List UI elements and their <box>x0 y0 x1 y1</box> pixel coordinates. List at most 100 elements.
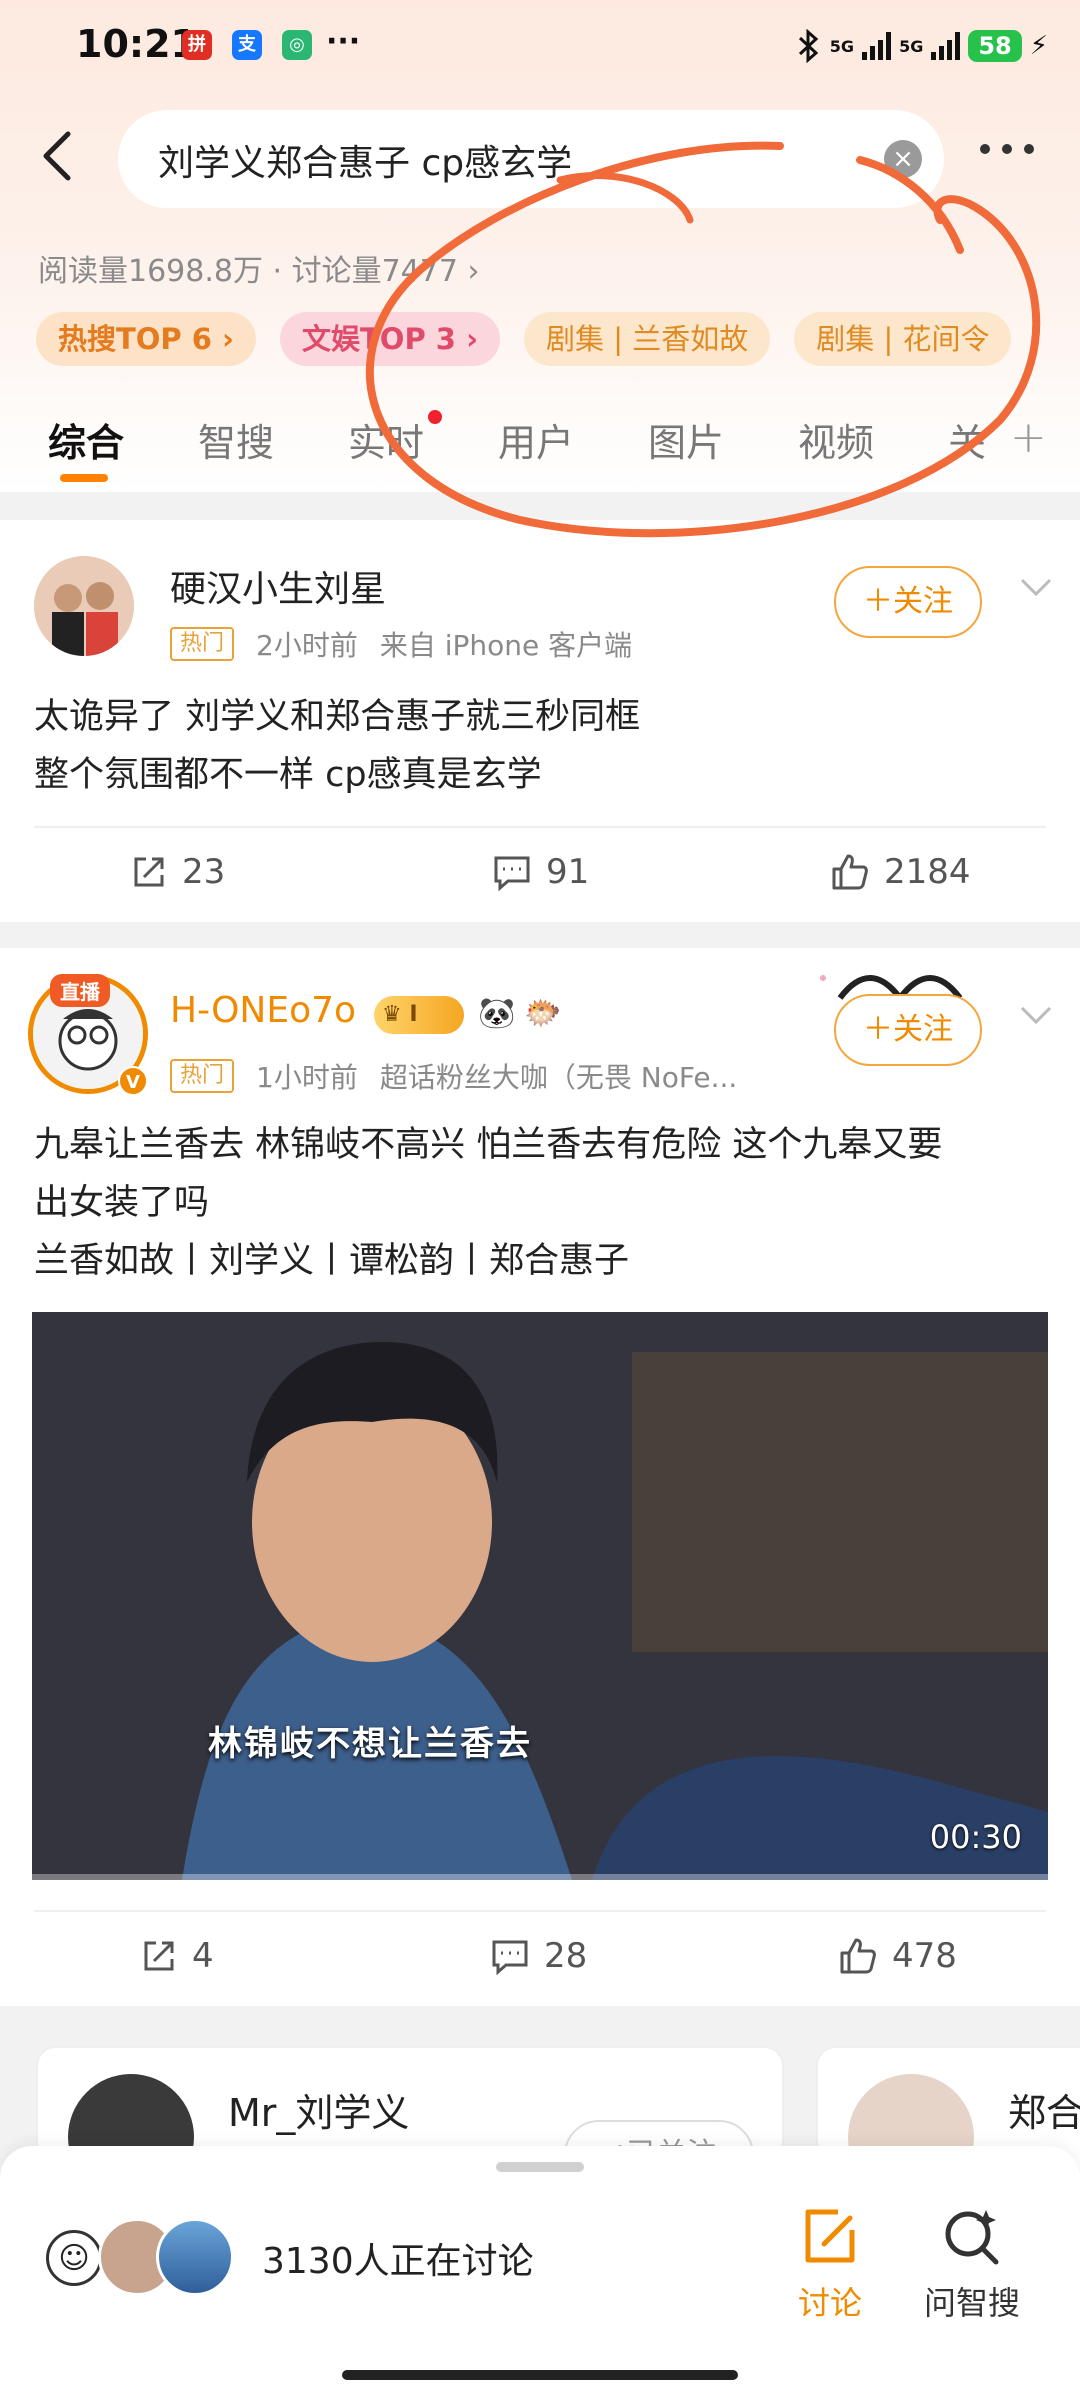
tab-comprehensive[interactable]: 综合 <box>48 412 124 467</box>
tab-more[interactable]: 关 <box>948 412 986 467</box>
new-indicator-dot <box>428 410 442 424</box>
repost-icon <box>144 1941 174 1971</box>
repost-button[interactable]: 23 <box>130 852 225 892</box>
more-options-button[interactable] <box>980 134 1040 164</box>
like-button[interactable]: 2184 <box>830 852 971 892</box>
topic-stats[interactable]: 阅读量1698.8万 · 讨论量7477 › <box>38 246 479 290</box>
chip-drama-1[interactable]: 剧集 | 兰香如故 <box>524 312 771 366</box>
post-text-line: 太诡异了 刘学义和郑合惠子就三秒同框 <box>34 697 641 737</box>
post-username[interactable]: H-ONEo7o <box>170 990 356 1031</box>
hot-badge: 热门 <box>170 1059 235 1093</box>
home-indicator[interactable] <box>342 2370 738 2380</box>
video-thumbnail <box>32 1312 1048 1880</box>
post-card[interactable]: 直播 V H-ONEo7o ♛ I 🐼 🐡 热门 1小时前 超话粉丝大咖（无畏 … <box>0 948 1080 2006</box>
discuss-button[interactable]: 讨论 <box>770 2206 890 2324</box>
topic-chips: 热搜TOP 6 › 文娱TOP 3 › 剧集 | 兰香如故 剧集 | 花间令 <box>36 312 1012 366</box>
chevron-down-icon[interactable] <box>1016 1000 1056 1030</box>
repost-count: 4 <box>192 1936 214 1976</box>
post-text-line: 整个氛围都不一样 cp感真是玄学 <box>34 755 542 795</box>
chevron-down-icon[interactable] <box>1016 572 1056 602</box>
tab-bar: 综合 智搜 实时 用户 图片 视频 关 + <box>0 400 1080 492</box>
verified-icon: V <box>118 1066 148 1096</box>
alipay-icon: 支 <box>232 30 262 60</box>
panda-icon: 🐼 <box>478 996 516 1031</box>
post-meta: 热门 1小时前 超话粉丝大咖（无畏 NoFe... <box>170 1056 737 1096</box>
post-time: 2小时前 <box>256 629 358 662</box>
hot-badge: 热门 <box>170 627 235 661</box>
like-button[interactable]: 478 <box>838 1936 957 1976</box>
ask-label: 问智搜 <box>923 2284 1020 2322</box>
video-duration: 00:30 <box>929 1818 1022 1856</box>
more-dot-icon <box>980 144 990 154</box>
repost-count: 23 <box>182 852 226 892</box>
app-icon: ◎ <box>282 30 312 60</box>
post-text-line: 出女装了吗 <box>34 1183 210 1223</box>
tab-realtime[interactable]: 实时 <box>348 412 424 467</box>
avatar <box>156 2218 234 2296</box>
back-arrow-icon <box>43 131 71 181</box>
discuss-label: 讨论 <box>797 2284 862 2322</box>
user-name[interactable]: 郑合 <box>1008 2082 1080 2137</box>
discussion-count[interactable]: 3130人正在讨论 <box>262 2232 534 2284</box>
tab-users[interactable]: 用户 <box>498 412 574 467</box>
post-source: 超话粉丝大咖（无畏 NoFe... <box>379 1061 738 1094</box>
post-hashtags[interactable]: 兰香如故丨刘学义丨谭松韵丨郑合惠子 <box>34 1232 1044 1290</box>
comment-count: 28 <box>544 1936 588 1976</box>
tab-videos[interactable]: 视频 <box>798 412 874 467</box>
status-time: 10:21 <box>76 22 197 66</box>
back-button[interactable] <box>36 124 80 188</box>
post-source: 来自 iPhone 客户端 <box>379 629 633 662</box>
add-tab-icon[interactable]: + <box>1010 412 1047 463</box>
post-text: 太诡异了 刘学义和郑合惠子就三秒同框 整个氛围都不一样 cp感真是玄学 <box>34 688 1044 804</box>
video-subtitle: 林锦岐不想让兰香去 <box>208 1724 532 1764</box>
more-notifications-icon: ··· <box>326 24 361 59</box>
clear-icon[interactable]: × <box>884 140 922 178</box>
comment-icon <box>492 1940 528 1975</box>
chip-drama-2[interactable]: 剧集 | 花间令 <box>794 312 1012 366</box>
follow-button[interactable]: ＋关注 <box>834 566 982 638</box>
fish-icon: 🐡 <box>524 996 562 1031</box>
status-bar: 10:21 拼 支 ◎ ··· 5G 5G 58 ⚡ <box>0 0 1080 96</box>
post-username[interactable]: 硬汉小生刘星 <box>170 560 386 612</box>
more-dot-icon <box>1002 144 1012 154</box>
charging-icon: ⚡ <box>1029 31 1048 61</box>
status-right: 5G 5G 58 ⚡ <box>796 24 1048 68</box>
post-time: 1小时前 <box>256 1061 358 1094</box>
thumbs-up-icon <box>832 854 868 890</box>
search-input[interactable]: 刘学义郑合惠子 cp感玄学 × <box>118 110 944 208</box>
post-text-line: 九皋让兰香去 林锦岐不高兴 怕兰香去有危险 这个九皋又要 <box>34 1125 943 1165</box>
tab-images[interactable]: 图片 <box>648 412 724 467</box>
network-label-1: 5G <box>829 36 855 56</box>
search-icon <box>945 2210 999 2265</box>
video-player[interactable]: 林锦岐不想让兰香去 00:30 <box>32 1312 1048 1880</box>
user-name[interactable]: Mr_刘学义 <box>228 2082 409 2137</box>
active-tab-indicator <box>60 474 108 482</box>
repost-icon <box>134 857 164 887</box>
edit-icon <box>805 2209 855 2263</box>
thumbs-up-icon <box>840 1938 876 1974</box>
crown-icon: ♛ I <box>374 996 464 1034</box>
battery-level: 58 <box>968 30 1022 62</box>
chip-entertainment[interactable]: 文娱TOP 3 › <box>280 312 501 366</box>
follow-button[interactable]: ＋关注 <box>834 994 982 1066</box>
ask-smart-search-button[interactable]: 问智搜 <box>912 2206 1032 2324</box>
signal-icon-2 <box>931 32 961 60</box>
like-count: 478 <box>892 1936 957 1976</box>
post-actions: 4 28 478 <box>0 1910 1080 2006</box>
comment-button[interactable]: 91 <box>492 852 589 892</box>
post-card[interactable]: 硬汉小生刘星 热门 2小时前 来自 iPhone 客户端 ＋关注 太诡异了 刘学… <box>0 520 1080 922</box>
chip-hot-search[interactable]: 热搜TOP 6 › <box>36 312 257 366</box>
sheet-handle[interactable] <box>496 2162 584 2172</box>
like-count: 2184 <box>884 852 971 892</box>
mascot-icon: ☺ <box>46 2230 102 2286</box>
discussion-sheet: ☺ 3130人正在讨论 讨论 问智搜 <box>0 2146 1080 2400</box>
comment-count: 91 <box>546 852 590 892</box>
signal-icon-1 <box>862 32 892 60</box>
avatar[interactable] <box>34 556 134 656</box>
comment-button[interactable]: 28 <box>490 1936 587 1976</box>
tab-smart-search[interactable]: 智搜 <box>198 412 274 467</box>
participant-avatars: ☺ <box>46 2218 246 2298</box>
repost-button[interactable]: 4 <box>140 1936 214 1976</box>
pinduoduo-icon: 拼 <box>182 30 212 60</box>
video-progress-bar[interactable] <box>32 1874 1048 1880</box>
